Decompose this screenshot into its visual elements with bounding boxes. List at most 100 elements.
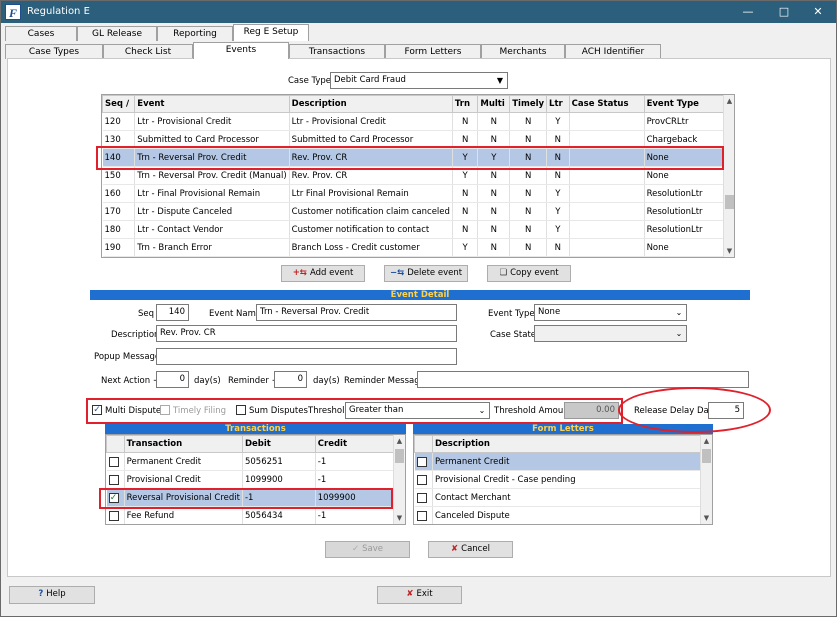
cancel-button[interactable]: ✘ Cancel: [428, 541, 513, 558]
event-name-input[interactable]: Trn - Reversal Prov. Credit: [256, 304, 457, 321]
table-cell: N: [509, 238, 548, 257]
minimize-icon[interactable]: —: [731, 1, 765, 23]
scroll-thumb[interactable]: [702, 449, 711, 463]
popup-message-input[interactable]: [156, 348, 457, 365]
form-letters-scrollbar[interactable]: ▲ ▼: [700, 435, 712, 524]
table-row[interactable]: Provisional Credit 1099900 -1: [106, 470, 395, 489]
table-row[interactable]: 120 Ltr - Provisional Credit Ltr - Provisi…: [102, 112, 725, 131]
scroll-thumb[interactable]: [725, 195, 734, 209]
table-cell: Y: [546, 220, 570, 239]
col-event[interactable]: Event: [134, 95, 290, 113]
form-letters-table-header: Description: [414, 435, 702, 453]
table-row[interactable]: Permanent Credit 5056251 -1: [106, 452, 395, 471]
tab-merchants[interactable]: Merchants: [481, 44, 565, 59]
col-debit[interactable]: Debit: [241, 435, 316, 453]
delete-event-button[interactable]: −⇆ Delete event: [384, 265, 468, 282]
table-row[interactable]: 170 Ltr - Dispute Canceled Customer notifi…: [102, 202, 725, 221]
table-cell: Y: [452, 238, 479, 257]
table-cell: N: [477, 202, 511, 221]
seq-input[interactable]: 140: [156, 304, 189, 321]
tab-reporting[interactable]: Reporting: [157, 26, 233, 41]
seq-label: Seq: [138, 309, 155, 319]
tab-check-list[interactable]: Check List: [103, 44, 193, 59]
add-icon: +⇆: [292, 268, 307, 278]
popup-message-label: Popup Message: [94, 352, 161, 362]
col-seq[interactable]: Seq ∕: [102, 95, 136, 113]
table-row[interactable]: Fee Refund 5056434 -1: [106, 506, 395, 524]
table-row[interactable]: 180 Ltr - Contact Vendor Customer notifica…: [102, 220, 725, 239]
list-item[interactable]: Permanent Credit: [414, 452, 702, 471]
table-cell: Ltr Final Provisional Remain: [289, 184, 453, 203]
tab-events[interactable]: Events: [193, 42, 289, 59]
form-letter-checkbox[interactable]: [416, 456, 427, 467]
table-cell: [569, 184, 645, 203]
scroll-thumb[interactable]: [395, 449, 404, 463]
table-cell: Trn - Branch Error: [134, 238, 290, 257]
exit-button[interactable]: ✘ Exit: [377, 586, 462, 604]
table-cell: 120: [102, 112, 136, 131]
save-button[interactable]: ✓ Save: [325, 541, 410, 558]
transactions-scrollbar[interactable]: ▲ ▼: [393, 435, 405, 524]
reminder-input[interactable]: 0: [274, 371, 307, 388]
table-row[interactable]: 160 Ltr - Final Provisional Remain Ltr Fin…: [102, 184, 725, 203]
tab-case-types[interactable]: Case Types: [5, 44, 103, 59]
events-scrollbar[interactable]: ▲ ▼: [723, 95, 734, 257]
reminder-message-input[interactable]: [417, 371, 749, 388]
next-action-input[interactable]: 0: [156, 371, 189, 388]
col-timely[interactable]: Timely: [509, 95, 548, 113]
scroll-up-icon[interactable]: ▲: [724, 95, 734, 107]
annotation-highlight-event-row: [96, 146, 724, 170]
case-type-label: Case Type: [288, 76, 332, 86]
col-ltr[interactable]: Ltr: [546, 95, 570, 113]
case-state-label: Case State: [490, 330, 537, 340]
scroll-down-icon[interactable]: ▼: [394, 512, 405, 524]
tab-cases[interactable]: Cases: [5, 26, 77, 41]
table-cell: Ltr - Final Provisional Remain: [134, 184, 290, 203]
maximize-icon[interactable]: □: [767, 1, 801, 23]
transaction-checkbox[interactable]: [108, 474, 119, 485]
help-button[interactable]: ? Help: [9, 586, 95, 604]
list-item[interactable]: Contact Merchant: [414, 488, 702, 507]
scroll-down-icon[interactable]: ▼: [701, 512, 712, 524]
col-event-type[interactable]: Event Type: [643, 95, 725, 113]
table-row[interactable]: 190 Trn - Branch Error Branch Loss - Credi…: [102, 238, 725, 257]
description-input[interactable]: Rev. Prov. CR: [156, 325, 457, 342]
col-trn[interactable]: Trn: [451, 95, 479, 113]
scroll-up-icon[interactable]: ▲: [701, 435, 712, 447]
delete-icon: −⇆: [389, 268, 405, 278]
case-state-select[interactable]: ⌄: [534, 325, 687, 342]
form-letter-checkbox[interactable]: [416, 474, 427, 485]
table-cell: Provisional Credit: [124, 470, 243, 489]
list-item[interactable]: Provisional Credit - Case pending: [414, 470, 702, 489]
scroll-down-icon[interactable]: ▼: [724, 245, 734, 257]
table-cell: [569, 112, 645, 131]
tab-form-letters[interactable]: Form Letters: [385, 44, 481, 59]
col-transaction[interactable]: Transaction: [123, 435, 243, 453]
table-cell: 160: [102, 184, 136, 203]
col-letter-description[interactable]: Description: [431, 435, 702, 453]
scroll-up-icon[interactable]: ▲: [394, 435, 405, 447]
table-cell: ProvCRLtr: [644, 112, 725, 131]
add-event-button[interactable]: +⇆ Add event: [281, 265, 365, 282]
reminder-label: Reminder +: [228, 376, 279, 386]
tab-ach-identifier[interactable]: ACH Identifier: [565, 44, 661, 59]
tab-gl-release[interactable]: GL Release: [77, 26, 157, 41]
form-letter-checkbox[interactable]: [416, 492, 427, 503]
next-action-label: Next Action +: [101, 376, 160, 386]
form-letter-checkbox[interactable]: [416, 510, 427, 521]
transaction-checkbox[interactable]: [108, 510, 119, 521]
copy-event-button[interactable]: ❏ Copy event: [487, 265, 571, 282]
case-type-select[interactable]: Debit Card Fraud ▼: [330, 72, 508, 89]
event-type-select[interactable]: None ⌄: [534, 304, 687, 321]
tab-transactions[interactable]: Transactions: [289, 44, 385, 59]
col-case-status[interactable]: Case Status: [568, 95, 645, 113]
table-cell: -1: [315, 506, 395, 524]
sub-tab-bar: Case Types Check List Events Transaction…: [5, 42, 835, 59]
list-item[interactable]: Canceled Dispute: [414, 506, 702, 524]
col-multi[interactable]: Multi: [477, 95, 511, 113]
col-description[interactable]: Description: [288, 95, 453, 113]
transaction-checkbox[interactable]: [108, 456, 119, 467]
close-icon[interactable]: ✕: [801, 1, 835, 23]
tab-reg-e-setup[interactable]: Reg E Setup: [233, 24, 309, 41]
col-credit[interactable]: Credit: [314, 435, 395, 453]
